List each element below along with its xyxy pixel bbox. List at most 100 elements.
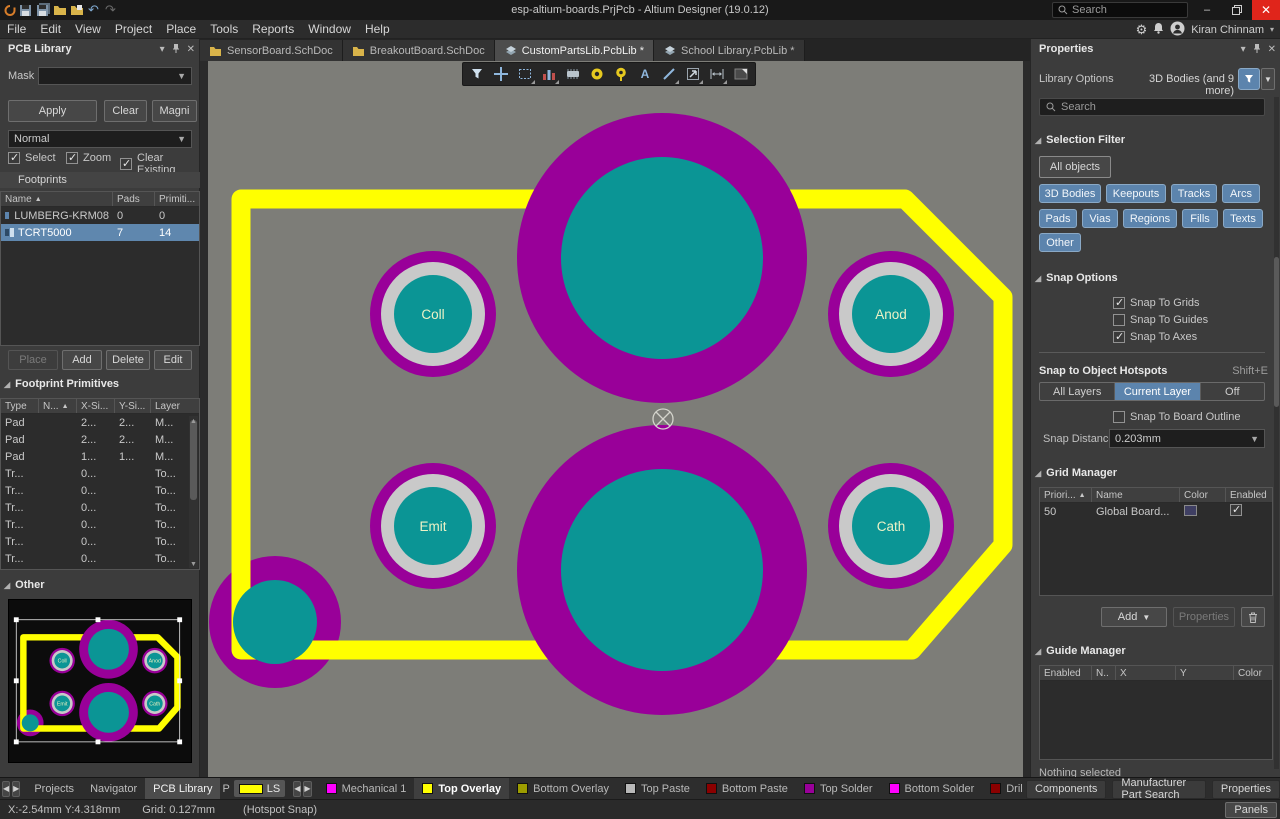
minimize-button[interactable]: – xyxy=(1192,0,1222,20)
save-icon[interactable] xyxy=(17,2,34,18)
grid-delete-button[interactable] xyxy=(1241,607,1265,627)
pad-icon[interactable] xyxy=(586,64,608,85)
chevron-down-icon[interactable]: ▾ xyxy=(1270,25,1274,34)
settings-gear-icon[interactable]: ⚙ xyxy=(1136,22,1148,38)
column-header[interactable]: N... xyxy=(43,401,59,412)
layer-scroll-left-icon[interactable]: ◀ xyxy=(293,781,301,797)
filter-icon[interactable] xyxy=(466,64,488,85)
scroll-up-icon[interactable]: ▲ xyxy=(190,418,197,425)
open-document-icon[interactable] xyxy=(68,2,85,18)
placement-icon[interactable] xyxy=(538,64,560,85)
scrollbar[interactable]: ▲ ▼ xyxy=(189,416,198,568)
pad-top-large[interactable] xyxy=(517,113,807,403)
layer-tab-top-solder[interactable]: Top Solder xyxy=(796,778,881,799)
filter-arcs-button[interactable]: Arcs xyxy=(1222,184,1260,203)
grid-properties-button[interactable]: Properties xyxy=(1173,607,1235,627)
grid-add-button[interactable]: Add▼ xyxy=(1101,607,1167,627)
pad-coll[interactable]: Coll xyxy=(370,251,496,377)
scroll-right-icon[interactable]: ▶ xyxy=(12,781,20,797)
layer-tab-bottom-overlay[interactable]: Bottom Overlay xyxy=(509,778,617,799)
column-header[interactable]: Primiti... xyxy=(155,192,199,206)
layer-tab-drill-guide[interactable]: Drill Guide xyxy=(982,778,1023,799)
magnify-button[interactable]: Magni xyxy=(152,100,197,122)
panels-button[interactable]: Panels xyxy=(1225,802,1277,818)
menu-item[interactable]: Tools xyxy=(203,20,245,39)
grid-manager-section[interactable]: ◢ Grid Manager xyxy=(1035,467,1117,479)
close-panel-icon[interactable]: ✕ xyxy=(1268,44,1276,55)
column-header[interactable]: X-Si... xyxy=(77,399,115,413)
hotspots-off-option[interactable]: Off xyxy=(1201,383,1264,400)
pcb-canvas[interactable]: Coll Anod Emit Cath xyxy=(208,61,1023,777)
menu-item[interactable]: View xyxy=(68,20,108,39)
primitive-row[interactable]: Tr...0...To... xyxy=(1,482,199,499)
snap-to-guides-checkbox[interactable] xyxy=(1113,314,1125,326)
snap-to-axes-checkbox[interactable] xyxy=(1113,331,1125,343)
layer-tab-mechanical-1[interactable]: Mechanical 1 xyxy=(318,778,415,799)
column-header[interactable]: N.. xyxy=(1092,666,1116,680)
column-header[interactable]: Name xyxy=(1092,488,1180,502)
place-button[interactable]: Place xyxy=(8,350,58,370)
filter-keepouts-button[interactable]: Keepouts xyxy=(1106,184,1166,203)
filter-vias-button[interactable]: Vias xyxy=(1082,209,1118,228)
column-header[interactable]: Color xyxy=(1180,488,1226,502)
panel-tab-manufacturer-part-search[interactable]: Manufacturer Part Search xyxy=(1112,780,1205,799)
column-header[interactable]: Color xyxy=(1234,666,1272,680)
filter-3d-bodies-button[interactable]: 3D Bodies xyxy=(1039,184,1101,203)
other-section[interactable]: ◢ Other xyxy=(4,579,45,591)
filter-pads-button[interactable]: Pads xyxy=(1039,209,1077,228)
primitive-row[interactable]: Tr...0...To... xyxy=(1,533,199,550)
close-panel-icon[interactable]: ✕ xyxy=(187,44,195,55)
grid-enabled-checkbox[interactable] xyxy=(1230,504,1242,516)
filter-regions-button[interactable]: Regions xyxy=(1123,209,1177,228)
delete-footprint-button[interactable]: Delete xyxy=(106,350,150,370)
primitive-row[interactable]: Pad2...2...M... xyxy=(1,431,199,448)
select-checkbox[interactable] xyxy=(8,152,20,164)
column-header[interactable]: Y xyxy=(1176,666,1234,680)
footprint-row[interactable]: LUMBERG-KRM08 0 0 xyxy=(1,207,199,224)
guide-manager-section[interactable]: ◢ Guide Manager xyxy=(1035,645,1126,657)
grid-row[interactable]: 50 Global Board... xyxy=(1040,503,1272,520)
scroll-down-icon[interactable]: ▼ xyxy=(190,561,197,568)
menu-item[interactable]: Edit xyxy=(33,20,68,39)
option-select[interactable]: Select xyxy=(8,152,56,164)
guide-table-header[interactable]: Enabled N.. X Y Color xyxy=(1040,666,1272,681)
primitive-row[interactable]: Tr...0...To... xyxy=(1,550,199,567)
select-area-icon[interactable] xyxy=(514,64,536,85)
selection-filter-section[interactable]: ◢ Selection Filter xyxy=(1035,134,1125,146)
layer-scroll-right-icon[interactable]: ▶ xyxy=(303,781,311,797)
user-name[interactable]: Kiran Chinnam xyxy=(1191,24,1264,36)
filter-dropdown-button[interactable]: ▼ xyxy=(1261,68,1275,90)
grid-color-swatch[interactable] xyxy=(1184,505,1197,516)
notifications-bell-icon[interactable] xyxy=(1153,22,1164,37)
filter-texts-button[interactable]: Texts xyxy=(1223,209,1263,228)
snap-options-section[interactable]: ◢ Snap Options xyxy=(1035,272,1118,284)
menu-item[interactable]: Reports xyxy=(245,20,301,39)
pad-emit[interactable]: Emit xyxy=(370,463,496,589)
filter-fills-button[interactable]: Fills xyxy=(1182,209,1218,228)
column-header[interactable]: Y-Si... xyxy=(115,399,151,413)
board-shape-icon[interactable] xyxy=(730,64,752,85)
footprints-table-header[interactable]: Name▲ Pads Primiti... xyxy=(1,192,199,207)
scrollbar-thumb[interactable] xyxy=(190,420,197,500)
column-header[interactable]: X xyxy=(1116,666,1176,680)
layer-tab-bottom-paste[interactable]: Bottom Paste xyxy=(698,778,796,799)
primitive-row[interactable]: Pad2...2...M... xyxy=(1,414,199,431)
column-header[interactable]: Name xyxy=(5,194,32,205)
pad-corner-inner[interactable] xyxy=(233,580,317,664)
snap-to-board-outline-option[interactable]: Snap To Board Outline xyxy=(1113,411,1240,423)
menu-item[interactable]: Window xyxy=(301,20,358,39)
primitive-row[interactable]: Pad1...1...M... xyxy=(1,448,199,465)
column-header[interactable]: Enabled xyxy=(1226,488,1272,502)
column-header[interactable]: Enabled xyxy=(1040,666,1092,680)
doc-tab-active[interactable]: CustomPartsLib.PcbLib * xyxy=(495,40,654,61)
primitive-row[interactable]: Tr...0...To... xyxy=(1,516,199,533)
all-objects-button[interactable]: All objects xyxy=(1039,156,1111,178)
grid-table-header[interactable]: Priori...▲ Name Color Enabled xyxy=(1040,488,1272,503)
doc-tab[interactable]: School Library.PcbLib * xyxy=(654,40,805,61)
add-footprint-button[interactable]: Add xyxy=(62,350,102,370)
apply-button[interactable]: Apply xyxy=(8,100,97,122)
doc-tab[interactable]: SensorBoard.SchDoc xyxy=(200,40,343,61)
footprint-preview[interactable]: Coll Anod Emit Cath xyxy=(8,599,192,763)
panel-tab-pcb-library[interactable]: PCB Library xyxy=(145,778,220,799)
snap-to-axes-option[interactable]: Snap To Axes xyxy=(1113,331,1197,343)
